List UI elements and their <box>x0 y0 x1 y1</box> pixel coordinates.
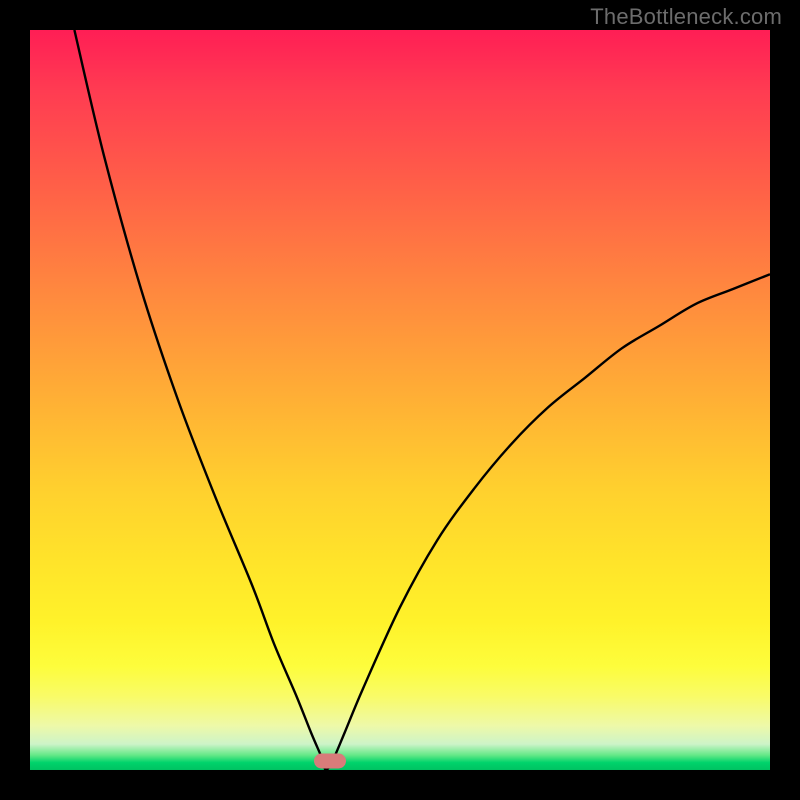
chart-container: TheBottleneck.com <box>0 0 800 800</box>
plot-area <box>30 30 770 770</box>
watermark-text: TheBottleneck.com <box>590 4 782 30</box>
minimum-marker <box>314 754 346 769</box>
bottleneck-curve <box>30 30 770 770</box>
curve-path <box>74 30 770 770</box>
